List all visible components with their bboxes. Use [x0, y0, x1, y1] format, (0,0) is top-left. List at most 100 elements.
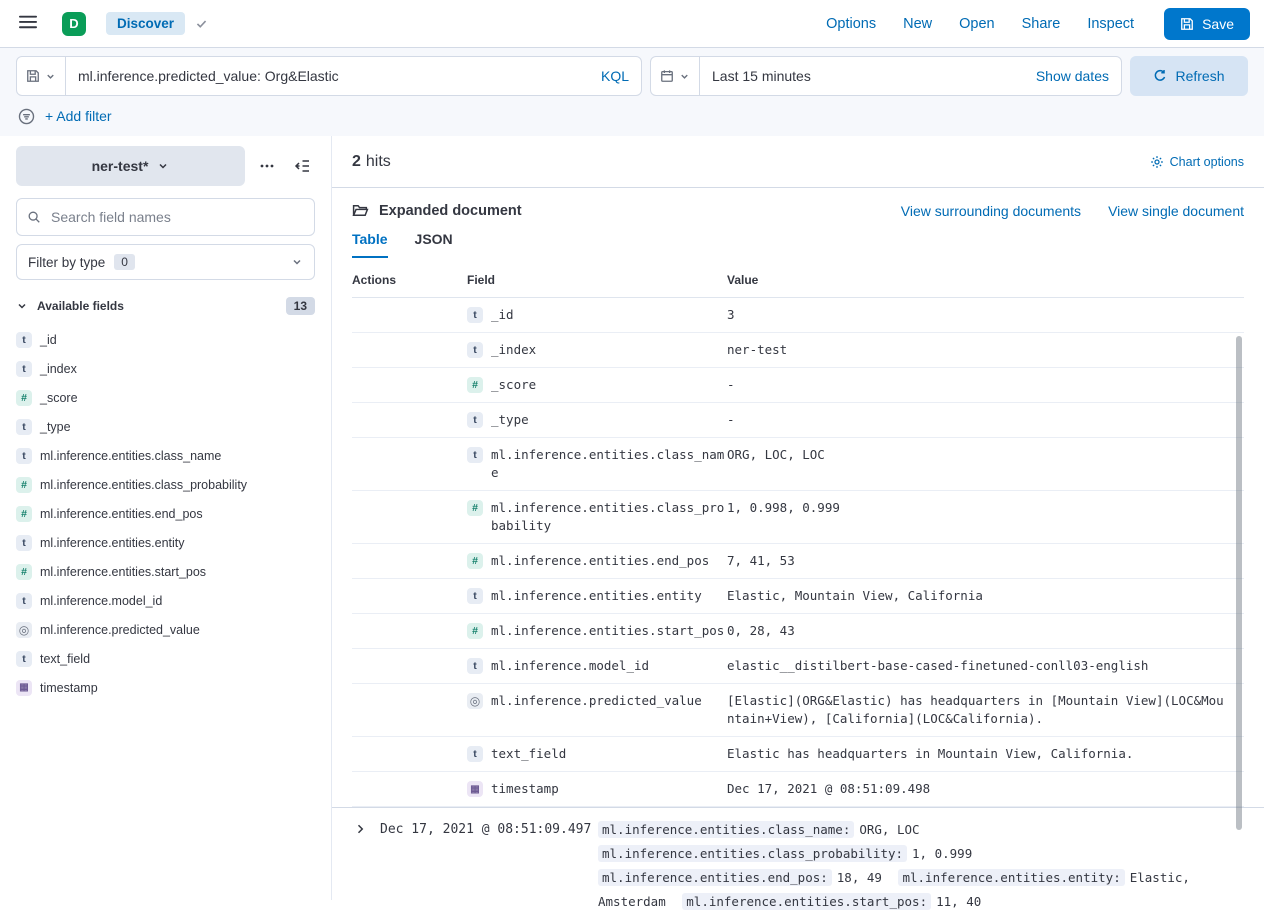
field-name[interactable]: _id	[40, 333, 57, 347]
refresh-button[interactable]: Refresh	[1130, 56, 1248, 96]
field-name[interactable]: ml.inference.entities.end_pos	[40, 507, 203, 521]
doc-table-row[interactable]: # _score -	[352, 368, 1244, 403]
collapse-sidebar-button[interactable]	[289, 153, 315, 179]
field-list-item[interactable]: ◎ ml.inference.predicted_value	[16, 615, 315, 644]
doc-table-row[interactable]: # ml.inference.entities.start_pos 0, 28,…	[352, 614, 1244, 649]
chart-options-link[interactable]: Chart options	[1150, 155, 1244, 169]
gear-icon[interactable]	[1150, 155, 1164, 169]
header-menu-item[interactable]: New	[903, 16, 932, 32]
space-avatar[interactable]: D	[62, 12, 86, 36]
field-list-item[interactable]: t _id	[16, 325, 315, 354]
filter-by-type-select[interactable]: Filter by type 0	[16, 244, 315, 280]
filter-by-type-label: Filter by type	[28, 255, 105, 270]
expand-document-button[interactable]	[352, 821, 368, 837]
field-list-item[interactable]: # _score	[16, 383, 315, 412]
field-name[interactable]: _type	[40, 420, 71, 434]
query-bar-section: ml.inference.predicted_value: Org&Elasti…	[0, 48, 1264, 136]
main-menu-button[interactable]	[14, 8, 42, 39]
add-filter-link[interactable]: + Add filter	[45, 108, 112, 124]
save-button[interactable]: Save	[1164, 8, 1250, 40]
field-list-item[interactable]: t text_field	[16, 644, 315, 673]
hits-label: hits	[366, 153, 391, 171]
time-range-label[interactable]: Last 15 minutes	[700, 68, 823, 84]
doc-table-row[interactable]: # ml.inference.entities.class_probabilit…	[352, 491, 1244, 544]
filter-set-icon[interactable]	[18, 108, 35, 125]
field-list-item[interactable]: t _index	[16, 354, 315, 383]
doc-table-row[interactable]: t ml.inference.model_id elastic__distilb…	[352, 649, 1244, 684]
chart-options-label[interactable]: Chart options	[1170, 155, 1244, 169]
field-name[interactable]: timestamp	[40, 681, 98, 695]
field-search-input[interactable]	[49, 208, 304, 226]
field-name[interactable]: ml.inference.entities.class_name	[40, 449, 221, 463]
field-list-item[interactable]: # ml.inference.entities.start_pos	[16, 557, 315, 586]
search-icon	[27, 210, 41, 224]
field-type-icon: t	[16, 535, 32, 551]
index-pattern-button[interactable]: ner-test*	[16, 146, 245, 186]
calendar-icon[interactable]	[660, 69, 674, 83]
hamburger-icon[interactable]	[19, 13, 37, 34]
view-surrounding-documents-link[interactable]: View surrounding documents	[901, 203, 1081, 219]
field-name[interactable]: _index	[40, 362, 77, 376]
date-quick-menu-button[interactable]	[651, 57, 700, 95]
index-pattern-row: ner-test*	[16, 146, 315, 186]
kql-language-button[interactable]: KQL	[589, 68, 641, 84]
refresh-icon[interactable]	[1153, 69, 1167, 83]
folder-open-icon	[352, 202, 369, 219]
row-field-value: Elastic has headquarters in Mountain Vie…	[727, 745, 1244, 763]
row-field-cell: t ml.inference.entities.class_name	[467, 446, 727, 482]
doc-table-row[interactable]: # ml.inference.entities.end_pos 7, 41, 5…	[352, 544, 1244, 579]
field-name[interactable]: ml.inference.entities.start_pos	[40, 565, 206, 579]
tab-table[interactable]: Table	[352, 231, 388, 258]
available-fields-accordion[interactable]: Available fields 13	[16, 297, 315, 315]
field-name[interactable]: ml.inference.model_id	[40, 594, 162, 608]
view-single-document-link[interactable]: View single document	[1108, 203, 1244, 219]
field-name[interactable]: ml.inference.entities.class_probability	[40, 478, 247, 492]
chevron-right-icon[interactable]	[354, 823, 366, 835]
field-list-item[interactable]: # ml.inference.entities.class_probabilit…	[16, 470, 315, 499]
doc-table-row[interactable]: t ml.inference.entities.entity Elastic, …	[352, 579, 1244, 614]
field-list-item[interactable]: t ml.inference.entities.entity	[16, 528, 315, 557]
doc-table-row[interactable]: ◎ ml.inference.predicted_value [Elastic]…	[352, 684, 1244, 737]
query-input[interactable]: ml.inference.predicted_value: Org&Elasti…	[16, 56, 642, 96]
collapse-left-icon[interactable]	[294, 158, 310, 174]
doc-table-row[interactable]: t ml.inference.entities.class_name ORG, …	[352, 438, 1244, 491]
breadcrumb[interactable]: Discover	[106, 12, 185, 35]
refresh-button-label[interactable]: Refresh	[1175, 68, 1224, 84]
doc-table-row[interactable]: ▦ timestamp Dec 17, 2021 @ 08:51:09.498	[352, 772, 1244, 807]
field-name[interactable]: ml.inference.entities.entity	[40, 536, 185, 550]
header-menu-item[interactable]: Share	[1022, 16, 1061, 32]
field-name[interactable]: _score	[40, 391, 78, 405]
field-type-icon: #	[467, 500, 483, 516]
tab-json[interactable]: JSON	[415, 231, 453, 258]
date-picker[interactable]: Last 15 minutes Show dates	[650, 56, 1122, 96]
field-list-item[interactable]: t _type	[16, 412, 315, 441]
field-list-item[interactable]: ▦ timestamp	[16, 673, 315, 702]
doc-table-row[interactable]: t text_field Elastic has headquarters in…	[352, 737, 1244, 772]
query-text[interactable]: ml.inference.predicted_value: Org&Elasti…	[66, 68, 589, 84]
doc-table-row[interactable]: t _type -	[352, 403, 1244, 438]
field-options-button[interactable]	[254, 153, 280, 179]
show-dates-link[interactable]: Show dates	[1024, 68, 1121, 84]
doc-table-row[interactable]: t _index ner-test	[352, 333, 1244, 368]
header-menu-item[interactable]: Options	[826, 16, 876, 32]
result-document-row[interactable]: Dec 17, 2021 @ 08:51:09.497 ml.inference…	[332, 807, 1264, 924]
field-list-item[interactable]: t ml.inference.model_id	[16, 586, 315, 615]
header-menu-item[interactable]: Inspect	[1087, 16, 1134, 32]
field-list-item[interactable]: t ml.inference.entities.class_name	[16, 441, 315, 470]
dots-horizontal-icon[interactable]	[259, 158, 275, 174]
save-button-label[interactable]: Save	[1202, 16, 1234, 32]
save-icon[interactable]	[1180, 17, 1194, 31]
doc-table-row[interactable]: t _id 3	[352, 298, 1244, 333]
field-type-icon: t	[16, 448, 32, 464]
field-type-icon: #	[467, 623, 483, 639]
saved-query-menu-button[interactable]	[17, 57, 66, 95]
field-name[interactable]: text_field	[40, 652, 90, 666]
header-menu-item[interactable]: Open	[959, 16, 994, 32]
index-pattern-label[interactable]: ner-test*	[92, 158, 149, 174]
field-type-icon: t	[467, 342, 483, 358]
field-list-item[interactable]: # ml.inference.entities.end_pos	[16, 499, 315, 528]
doc-table-body: t _id 3 t _index ner-test	[352, 298, 1244, 807]
vertical-scrollbar[interactable]	[1236, 336, 1242, 830]
saved-query-icon[interactable]	[26, 69, 40, 83]
field-name[interactable]: ml.inference.predicted_value	[40, 623, 200, 637]
